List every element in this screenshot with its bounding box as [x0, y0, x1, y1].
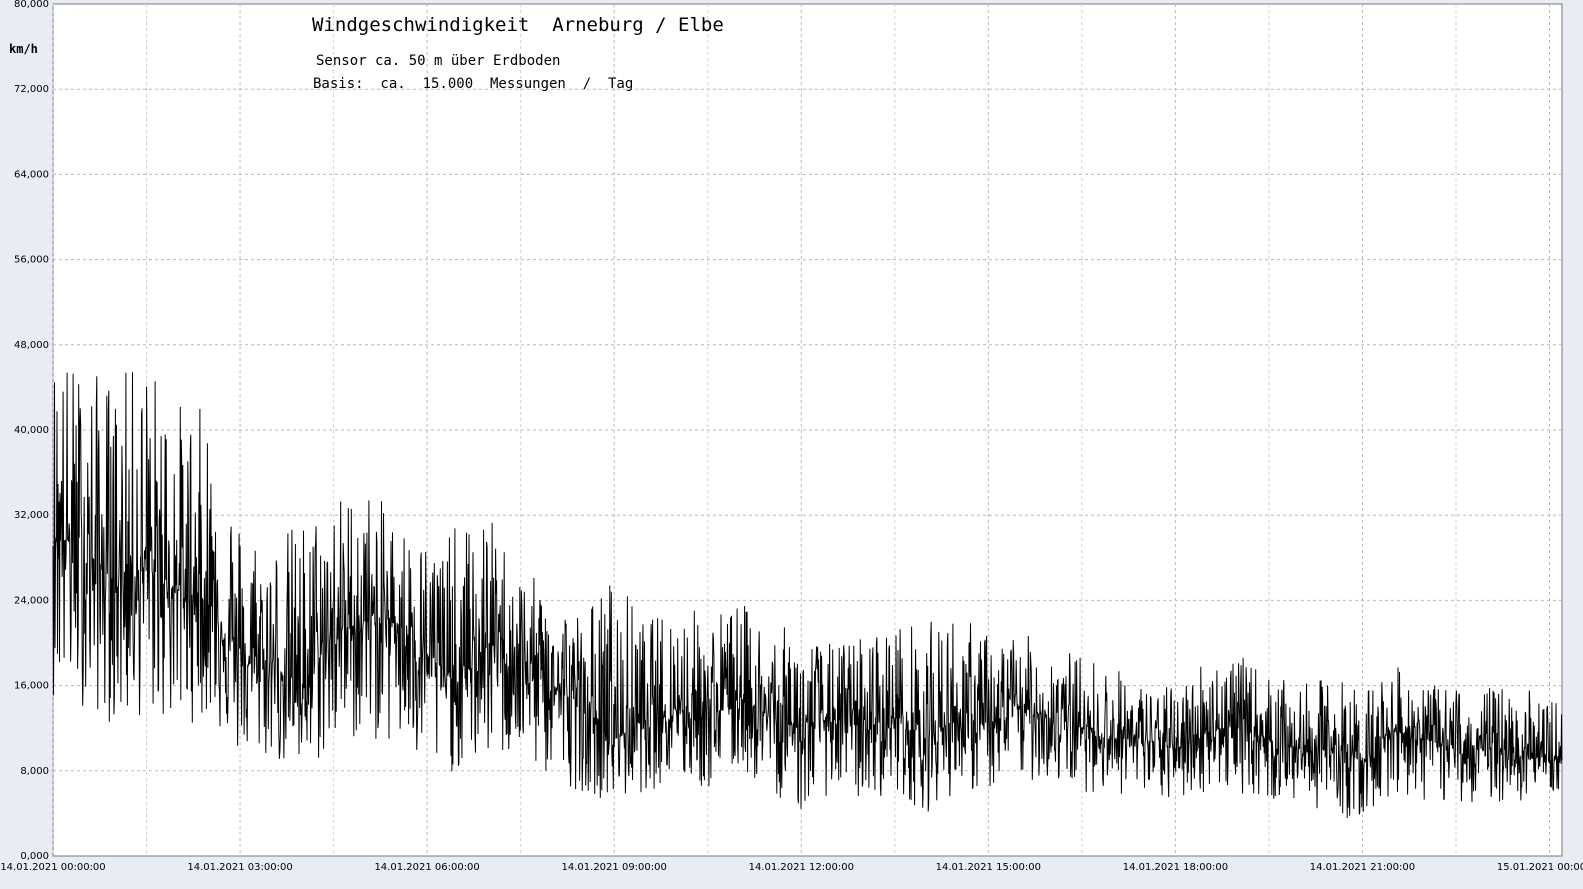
chart-basis: Basis: ca. 15.000 Messungen / Tag	[313, 76, 634, 92]
x-tick-label: 14.01.2021 09:00:00	[562, 862, 667, 873]
y-tick-label: 24,000	[14, 595, 49, 606]
y-axis-unit: km/h	[9, 42, 38, 56]
y-tick-label: 64,000	[14, 169, 49, 180]
x-tick-label: 14.01.2021 21:00:00	[1310, 862, 1415, 873]
x-tick-label: 14.01.2021 00:00:00	[0, 862, 105, 873]
y-tick-label: 72,000	[14, 84, 49, 95]
y-tick-label: 40,000	[14, 425, 49, 436]
chart: 0,000 8,000 16,000 24,000 32,000 40,000 48,000…	[0, 0, 1583, 873]
x-axis: 14.01.2021 00:00:00 14.01.2021 03:00:00 14…	[0, 862, 1583, 873]
chart-subtitle: Sensor ca. 50 m über Erdboden	[316, 53, 561, 69]
y-tick-label: 48,000	[14, 340, 49, 351]
x-tick-label: 15.01.2021 00:00:00	[1497, 862, 1583, 873]
y-tick-label: 8,000	[20, 766, 49, 777]
y-tick-label: 0,000	[20, 851, 49, 862]
y-tick-label: 80,000	[14, 0, 49, 10]
x-tick-label: 14.01.2021 12:00:00	[749, 862, 854, 873]
chart-title: Windgeschwindigkeit Arneburg / Elbe	[312, 14, 724, 36]
x-tick-label: 14.01.2021 03:00:00	[187, 862, 292, 873]
x-tick-label: 14.01.2021 18:00:00	[1123, 862, 1228, 873]
y-axis: 0,000 8,000 16,000 24,000 32,000 40,000 48,000…	[14, 0, 49, 862]
y-tick-label: 16,000	[14, 681, 49, 692]
y-tick-label: 32,000	[14, 510, 49, 521]
y-tick-label: 56,000	[14, 255, 49, 266]
x-tick-label: 14.01.2021 06:00:00	[374, 862, 479, 873]
x-tick-label: 14.01.2021 15:00:00	[936, 862, 1041, 873]
